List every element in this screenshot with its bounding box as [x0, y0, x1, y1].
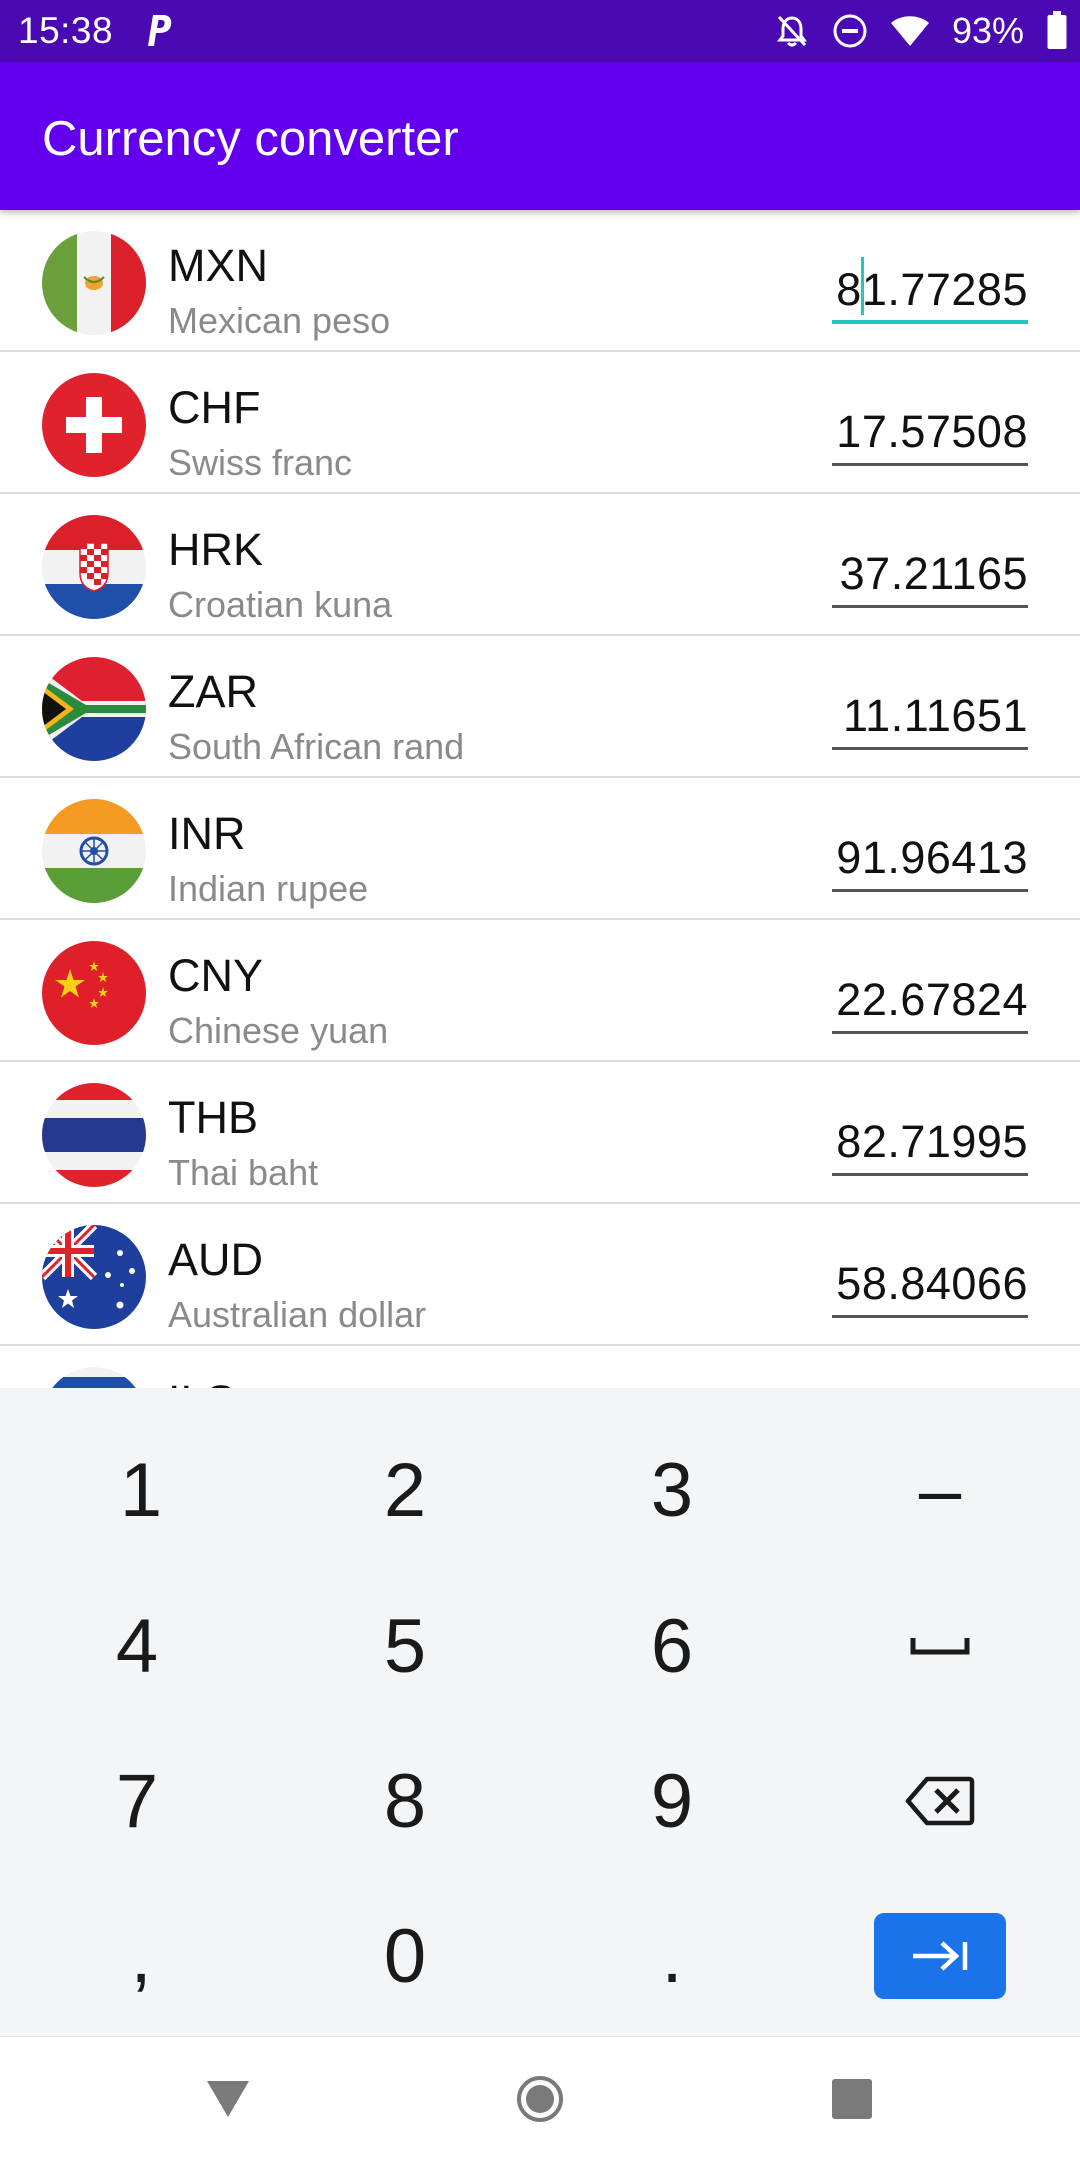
- key-5[interactable]: 5: [270, 1568, 540, 1724]
- key-8[interactable]: 8: [270, 1723, 540, 1879]
- switzerland-flag-icon: [42, 373, 146, 477]
- currency-row-aud[interactable]: AUD Australian dollar 58.84066: [0, 1204, 1080, 1346]
- parking-badge-icon: [144, 12, 174, 48]
- currency-code: ILS: [168, 1376, 236, 1388]
- amount-input-thb[interactable]: 82.71995: [832, 1116, 1028, 1176]
- amount-input-cny[interactable]: 22.67824: [832, 974, 1028, 1034]
- space-icon: [910, 1638, 970, 1655]
- key-1[interactable]: 1: [6, 1412, 276, 1568]
- key-backspace[interactable]: [805, 1723, 1075, 1879]
- currency-name: South African rand: [168, 726, 465, 767]
- recents-button[interactable]: [822, 2069, 882, 2129]
- tab-next-icon: [913, 1941, 968, 1971]
- key-9[interactable]: 9: [537, 1723, 807, 1879]
- alarm-off-icon: [774, 13, 810, 49]
- currency-code: ZAR: [168, 666, 258, 717]
- mexico-flag-icon: [42, 231, 146, 335]
- amount-value: 22.67824: [836, 974, 1028, 1025]
- amount-value: 17.57508: [836, 406, 1028, 457]
- back-button[interactable]: [198, 2069, 258, 2129]
- battery-percentage: 93%: [951, 10, 1024, 51]
- amount-input-chf[interactable]: 17.57508: [832, 406, 1028, 466]
- key-period[interactable]: .: [537, 1878, 807, 2034]
- currency-row-mxn[interactable]: MXN Mexican peso 81.77285: [0, 210, 1080, 352]
- key-minus[interactable]: –: [805, 1412, 1075, 1568]
- backspace-icon: [905, 1776, 975, 1826]
- currency-list[interactable]: MXN Mexican peso 81.77285 CHF Swiss fran…: [0, 210, 1080, 1388]
- australia-flag-icon: [42, 1225, 146, 1329]
- israel-flag-icon: [42, 1367, 146, 1388]
- south-africa-flag-icon: [42, 657, 146, 761]
- amount-input-aud[interactable]: 58.84066: [832, 1258, 1028, 1318]
- recents-icon: [832, 2079, 872, 2119]
- currency-name: Chinese yuan: [168, 1010, 389, 1051]
- currency-code: CNY: [168, 950, 264, 1001]
- back-icon: [207, 2081, 249, 2117]
- currency-row-zar[interactable]: ZAR South African rand 11.11651: [0, 636, 1080, 778]
- currency-row-chf[interactable]: CHF Swiss franc 17.57508: [0, 352, 1080, 494]
- wifi-icon: [890, 15, 930, 47]
- amount-value: 91.96413: [836, 832, 1028, 883]
- amount-input-zar[interactable]: 11.11651: [832, 690, 1028, 750]
- key-comma[interactable]: ,: [6, 1878, 276, 2034]
- amount-value: 11.11651: [842, 690, 1028, 741]
- currency-row-inr[interactable]: INR Indian rupee 91.96413: [0, 778, 1080, 920]
- currency-row-cny[interactable]: CNY Chinese yuan 22.67824: [0, 920, 1080, 1062]
- home-icon: [517, 2076, 563, 2122]
- currency-name: Australian dollar: [168, 1294, 427, 1335]
- currency-name: Thai baht: [168, 1152, 319, 1193]
- key-6[interactable]: 6: [537, 1568, 807, 1724]
- key-4[interactable]: 4: [2, 1568, 272, 1724]
- next-button[interactable]: [874, 1913, 1006, 1999]
- currency-name: Indian rupee: [168, 868, 369, 909]
- currency-name: Mexican peso: [168, 300, 391, 341]
- key-0[interactable]: 0: [270, 1878, 540, 2034]
- system-nav-bar: [0, 2036, 1080, 2160]
- home-button[interactable]: [510, 2069, 570, 2129]
- amount-value: 37.21165: [839, 548, 1028, 599]
- app-bar: Currency converter: [0, 62, 1080, 210]
- currency-converter-screen: 15:38 93% Currency converter MXN Mexican…: [0, 0, 1080, 2160]
- currency-code: HRK: [168, 524, 264, 575]
- amount-input-inr[interactable]: 91.96413: [832, 832, 1028, 892]
- china-flag-icon: [42, 941, 146, 1045]
- status-icons: 93%: [774, 9, 1068, 53]
- currency-code: INR: [168, 808, 246, 859]
- amount-input-hrk[interactable]: 37.21165: [832, 548, 1028, 608]
- croatia-flag-icon: [42, 515, 146, 619]
- key-7[interactable]: 7: [2, 1723, 272, 1879]
- currency-row-hrk[interactable]: HRK Croatian kuna 37.21165: [0, 494, 1080, 636]
- app-title: Currency converter: [42, 112, 459, 166]
- currency-name: Swiss franc: [168, 442, 353, 483]
- status-time: 15:38: [18, 10, 114, 51]
- currency-code: THB: [168, 1092, 258, 1143]
- key-space[interactable]: [805, 1568, 1075, 1724]
- currency-row-thb[interactable]: THB Thai baht 82.71995: [0, 1062, 1080, 1204]
- amount-value: 58.84066: [836, 1258, 1028, 1309]
- amount-value: 81.77285: [836, 264, 1028, 315]
- battery-icon: [1046, 11, 1068, 51]
- text-cursor: [861, 257, 864, 315]
- currency-row-ils[interactable]: ILS: [0, 1346, 1080, 1388]
- key-3[interactable]: 3: [537, 1412, 807, 1568]
- amount-value: 82.71995: [836, 1116, 1028, 1167]
- do-not-disturb-icon: [832, 13, 868, 49]
- numeric-keyboard: 1 2 3 – 4 5 6 7 8 9 , 0 .: [0, 1388, 1080, 2036]
- currency-code: MXN: [168, 240, 268, 291]
- india-flag-icon: [42, 799, 146, 903]
- currency-code: CHF: [168, 382, 261, 433]
- status-bar: 15:38 93%: [0, 0, 1080, 62]
- currency-code: AUD: [168, 1234, 264, 1285]
- key-2[interactable]: 2: [270, 1412, 540, 1568]
- key-next[interactable]: [805, 1878, 1075, 2034]
- thailand-flag-icon: [42, 1083, 146, 1187]
- currency-name: Croatian kuna: [168, 584, 393, 625]
